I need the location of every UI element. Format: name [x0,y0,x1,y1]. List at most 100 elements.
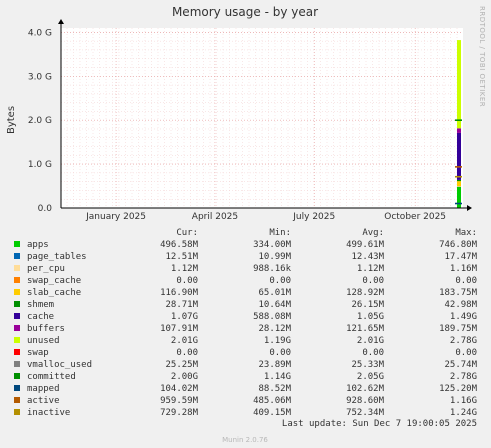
legend-swatch [14,325,20,331]
y-ticks: 0.0 1.0 G 2.0 G 3.0 G 4.0 G [28,28,52,214]
legend-series-name: buffers [27,324,65,334]
stack-segment-cache [457,132,461,180]
y-axis-arrow [58,19,64,24]
legend-row: swap_cache 0.00 0.00 0.00 0.00 [14,276,477,286]
legend-swatch [14,337,20,343]
legend-cur-value: 104.02M [160,384,199,394]
legend-row: mapped 104.02M 88.52M 102.62M 125.20M [14,384,478,394]
legend-swatch [14,385,20,391]
legend-series-name: shmem [27,300,54,310]
legend-cur-value: 729.28M [160,408,199,418]
stack-segment-buffers [457,128,461,133]
legend-cur-value: 2.01G [171,336,198,346]
last-update-text: Last update: Sun Dec 7 19:00:05 2025 [282,419,477,429]
stack-segment-shmem [457,179,461,182]
legend-row: active 959.59M 485.06M 928.60M 1.16G [14,396,477,406]
legend-row: inactive 729.28M 409.15M 752.34M 1.24G [14,408,477,418]
legend-min-value: 10.99M [258,252,291,262]
chart-title: Memory usage - by year [172,5,318,19]
legend-avg-value: 0.00 [362,276,384,286]
legend-cur-value: 1.07G [171,312,198,322]
legend-swatch [14,313,20,319]
legend-header-min: Min: [269,228,291,238]
legend-cur-value: 116.90M [160,288,199,298]
legend-cur-value: 107.91M [160,324,199,334]
legend-min-value: 65.01M [258,288,291,298]
legend-avg-value: 1.12M [357,264,385,274]
x-tick-label: October 2025 [384,212,446,222]
legend-series-name: page_tables [27,252,87,262]
stack-segment-per_cpu [457,186,461,187]
legend-avg-value: 928.60M [346,396,385,406]
legend-series-name: slab_cache [27,288,81,298]
legend-series-name: inactive [27,408,70,418]
legend-swatch [14,241,20,247]
x-tick-label: July 2025 [292,212,335,222]
legend-max-value: 2.78G [450,372,477,382]
legend-min-value: 23.89M [258,360,291,370]
legend-max-value: 42.98M [444,300,477,310]
legend-avg-value: 2.05G [357,372,384,382]
legend-series-name: apps [27,240,49,250]
legend-cur-value: 0.00 [176,276,198,286]
y-tick-label: 0.0 [38,204,53,214]
legend-avg-value: 1.05G [357,312,384,322]
legend-min-value: 334.00M [253,240,292,250]
legend-avg-value: 0.00 [362,348,384,358]
legend-avg-value: 12.43M [351,252,384,262]
legend-max-value: 1.16M [450,264,478,274]
x-axis-arrow [467,205,472,211]
legend-row: unused 2.01G 1.19G 2.01G 2.78G [14,336,477,346]
legend-avg-value: 25.33M [351,360,384,370]
legend-header-max: Max: [455,228,477,238]
legend-min-value: 485.06M [253,396,292,406]
legend-cur-value: 25.25M [165,360,198,370]
legend-cur-value: 496.58M [160,240,199,250]
legend-max-value: 189.75M [439,324,478,334]
legend-max-value: 746.80M [439,240,478,250]
legend-row: committed 2.00G 1.14G 2.05G 2.78G [14,372,477,382]
x-tick-label: January 2025 [85,212,146,222]
legend-min-value: 588.08M [253,312,292,322]
legend-cur-value: 28.71M [165,300,198,310]
legend-series-name: swap_cache [27,276,81,286]
legend-series-name: mapped [27,384,60,394]
legend-avg-value: 2.01G [357,336,384,346]
legend-swatch [14,289,20,295]
legend-series-name: unused [27,336,60,346]
legend-min-value: 0.00 [269,348,291,358]
legend-max-value: 17.47M [444,252,477,262]
legend-swatch [14,277,20,283]
legend-min-value: 0.00 [269,276,291,286]
y-tick-label: 4.0 G [28,28,52,38]
legend-cur-value: 2.00G [171,372,198,382]
munin-version: Munin 2.0.76 [222,436,268,444]
y-tick-label: 2.0 G [28,116,52,126]
legend-header-row: Cur: Min: Avg: Max: [176,228,477,238]
x-ticks: January 2025 April 2025 July 2025 October 2… [85,212,446,222]
legend-max-value: 25.74M [444,360,477,370]
legend-min-value: 1.14G [264,372,291,382]
legend-swatch [14,361,20,367]
y-axis-label: Bytes [6,106,17,134]
legend-series-name: vmalloc_used [27,360,92,370]
legend-series-name: cache [27,312,54,322]
legend: apps 496.58M 334.00M 499.61M 746.80M page_tab… [14,240,478,418]
legend-max-value: 0.00 [455,276,477,286]
legend-swatch [14,397,20,403]
legend-max-value: 2.78G [450,336,477,346]
legend-swatch [14,265,20,271]
legend-row: buffers 107.91M 28.12M 121.65M 189.75M [14,324,478,334]
legend-max-value: 125.20M [439,384,478,394]
legend-avg-value: 128.92M [346,288,385,298]
legend-avg-value: 102.62M [346,384,385,394]
legend-row: cache 1.07G 588.08M 1.05G 1.49G [14,312,477,322]
stack-segment-unused [457,40,461,129]
memory-chart: Memory usage - by year RRDTOOL / TOBI OE… [6,5,486,444]
legend-min-value: 28.12M [258,324,291,334]
legend-swatch [14,349,20,355]
legend-min-value: 409.15M [253,408,292,418]
legend-row: vmalloc_used 25.25M 23.89M 25.33M 25.74M [14,360,478,370]
legend-min-value: 1.19G [264,336,291,346]
legend-avg-value: 499.61M [346,240,385,250]
